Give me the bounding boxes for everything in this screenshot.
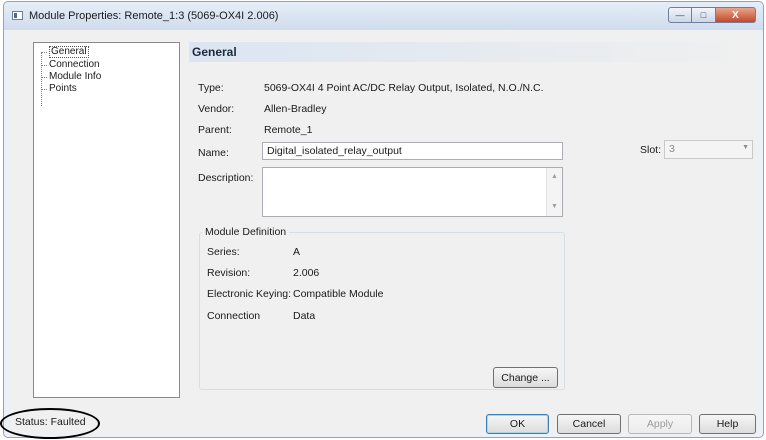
type-label: Type: — [198, 82, 224, 94]
caption-buttons: — □ X — [668, 7, 756, 23]
series-value: A — [293, 246, 301, 258]
connection-label: Connection — [207, 310, 261, 322]
tree-connector — [41, 77, 47, 78]
tree-connector — [41, 89, 47, 90]
status-highlight-ellipse — [0, 408, 100, 439]
change-button[interactable]: Change ... — [493, 367, 558, 388]
ok-button[interactable]: OK — [486, 414, 549, 434]
connection-value: Data — [293, 310, 316, 322]
tree-item-label: Points — [49, 83, 77, 94]
scroll-up-icon[interactable]: ▲ — [547, 170, 562, 184]
dialog-body: General Connection Module Info Points Ge… — [9, 30, 758, 434]
module-definition-title: Module Definition — [202, 226, 290, 238]
apply-button[interactable]: Apply — [628, 414, 692, 434]
description-textarea[interactable] — [262, 167, 563, 217]
keying-value: Compatible Module — [293, 288, 384, 300]
maximize-icon[interactable]: □ — [692, 7, 716, 23]
minimize-icon[interactable]: — — [668, 7, 692, 23]
window-title: Module Properties: Remote_1:3 (5069-OX4I… — [29, 10, 279, 22]
tree-connector-line — [41, 52, 42, 106]
chevron-down-icon: ▼ — [742, 144, 749, 151]
title-bar[interactable]: Module Properties: Remote_1:3 (5069-OX4I… — [4, 2, 763, 30]
vendor-label: Vendor: — [198, 103, 235, 115]
slot-value: 3 — [669, 143, 675, 155]
description-scrollbar[interactable]: ▲ ▼ — [546, 168, 562, 216]
type-value: 5069-OX4I 4 Point AC/DC Relay Output, Is… — [264, 82, 544, 94]
vendor-value: Allen-Bradley — [264, 103, 327, 115]
cancel-button[interactable]: Cancel — [557, 414, 621, 434]
slot-select[interactable]: 3 ▼ — [664, 140, 753, 159]
name-input[interactable] — [262, 142, 563, 160]
revision-value: 2.006 — [293, 267, 320, 279]
app-icon — [12, 11, 23, 20]
parent-label: Parent: — [198, 124, 232, 136]
revision-label: Revision: — [207, 267, 251, 279]
help-button[interactable]: Help — [699, 414, 756, 434]
tree-item-label: Connection — [49, 59, 100, 70]
tree-connector — [41, 65, 47, 66]
description-label: Description: — [198, 172, 254, 184]
tree-item-label: General — [49, 46, 89, 58]
tree-connector — [41, 52, 47, 53]
slot-label: Slot: — [640, 144, 662, 156]
tree-item-label: Module Info — [49, 71, 102, 82]
series-label: Series: — [207, 246, 240, 258]
name-label: Name: — [198, 147, 229, 159]
panel-title: General — [189, 42, 758, 62]
category-tree[interactable]: General Connection Module Info Points — [33, 42, 180, 398]
close-icon[interactable]: X — [716, 7, 756, 23]
parent-value: Remote_1 — [264, 124, 313, 136]
keying-label: Electronic Keying: — [207, 288, 292, 300]
module-properties-dialog: Module Properties: Remote_1:3 (5069-OX4I… — [3, 1, 764, 438]
scroll-down-icon[interactable]: ▼ — [547, 200, 562, 214]
